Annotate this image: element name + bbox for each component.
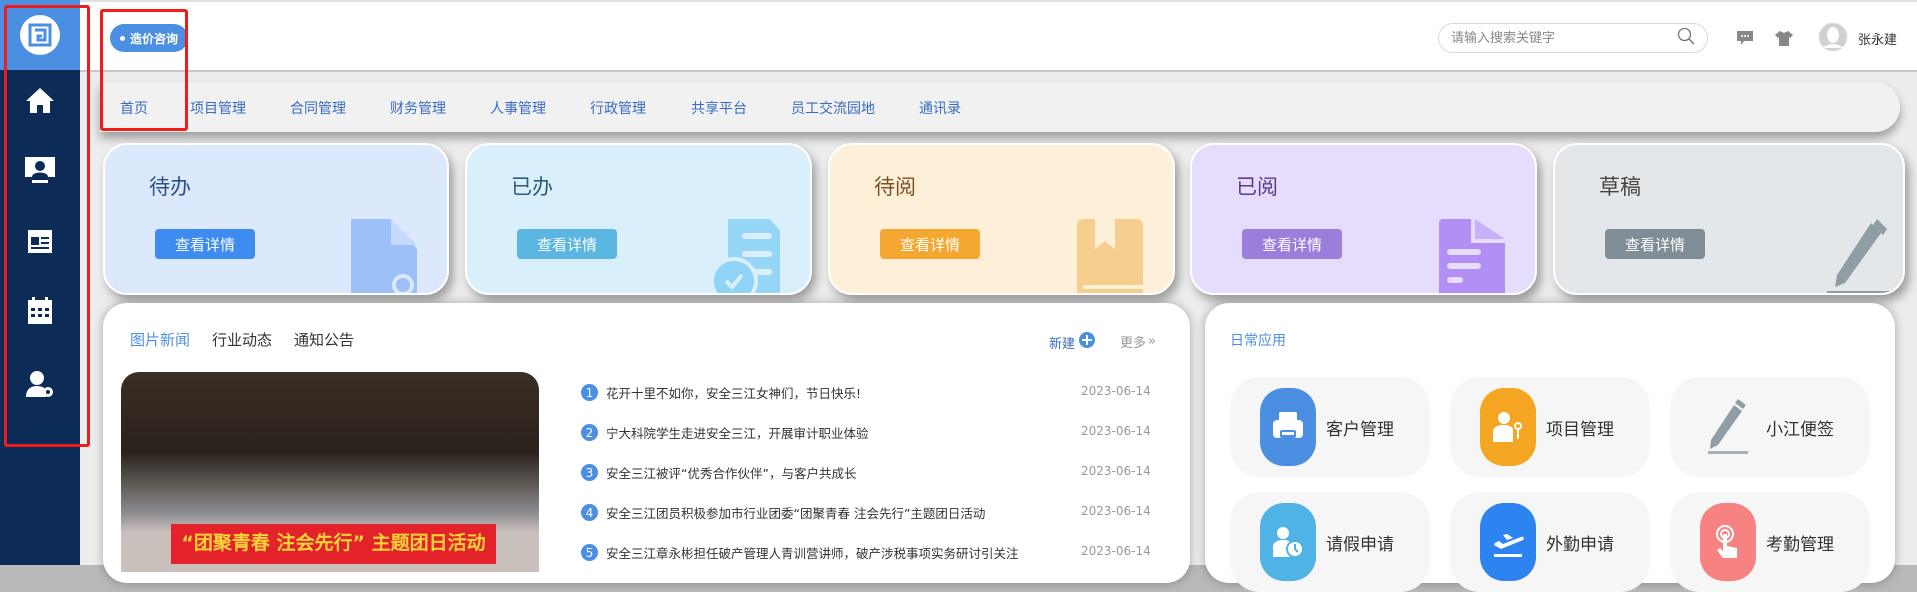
news-date: 2023-06-14	[1081, 464, 1151, 478]
news-photo[interactable]: “团聚青春 注会先行” 主题团日活动	[121, 372, 539, 572]
daily-apps-panel: 日常应用 客户管理 项目管理 小江便签 请假申请 外勤申请 考勤管理	[1205, 303, 1895, 592]
app-label: 考勤管理	[1766, 534, 1834, 555]
card-read: 已阅 查看详情	[1190, 143, 1537, 295]
news-date: 2023-06-14	[1081, 504, 1151, 518]
news-title: 安全三江团员积极参加市行业团委“团聚青春 注会先行”主题团日活动	[606, 506, 986, 521]
presenter-icon	[1480, 388, 1536, 466]
number-badge: 1	[581, 384, 598, 401]
app-project-management[interactable]: 项目管理	[1450, 377, 1650, 477]
user-clock-icon	[1260, 503, 1316, 581]
view-details-button[interactable]: 查看详情	[880, 229, 980, 259]
view-details-button[interactable]: 查看详情	[1605, 229, 1705, 259]
plus-circle-icon	[1079, 332, 1096, 352]
news-date: 2023-06-14	[1081, 424, 1151, 438]
news-date: 2023-06-14	[1081, 384, 1151, 398]
new-label: 新建	[1049, 336, 1076, 352]
search-icon[interactable]	[1677, 27, 1695, 49]
news-title: 宁大科院学生走进安全三江，开展审计职业体验	[606, 426, 869, 441]
card-title: 已阅	[1236, 175, 1278, 199]
document-check-icon	[710, 219, 780, 293]
daily-apps-title: 日常应用	[1230, 333, 1286, 349]
card-title: 已办	[511, 175, 553, 199]
app-label: 客户管理	[1326, 419, 1394, 440]
bookmark-book-icon	[1077, 219, 1143, 293]
nav-staff-forum[interactable]: 员工交流园地	[791, 98, 875, 118]
document-link-icon	[351, 219, 417, 293]
printer-icon	[1260, 388, 1316, 466]
app-logo[interactable]	[0, 0, 80, 70]
avatar[interactable]	[1818, 22, 1848, 56]
document-text-icon	[1439, 219, 1505, 293]
nav-home[interactable]: 首页	[120, 98, 148, 118]
nav-project-management[interactable]: 项目管理	[190, 98, 246, 118]
card-title: 草稿	[1599, 175, 1641, 199]
card-title: 待办	[149, 175, 191, 199]
nav-admin-management[interactable]: 行政管理	[590, 98, 646, 118]
module-badge[interactable]: 造价咨询	[110, 24, 189, 52]
search-box	[1438, 23, 1708, 53]
message-icon[interactable]	[1736, 30, 1754, 50]
news-title: 安全三江章永彬担任破产管理人青训营讲师，破产涉税事项实务研讨引关注	[606, 546, 1019, 561]
tab-picture-news[interactable]: 图片新闻	[130, 329, 190, 350]
top-header: 造价咨询 张永建	[80, 0, 1917, 72]
number-badge: 5	[581, 544, 598, 561]
user-name[interactable]: 张永建	[1858, 29, 1897, 48]
number-badge: 3	[581, 464, 598, 481]
tab-industry-news[interactable]: 行业动态	[212, 329, 272, 350]
new-button[interactable]: 新建	[1049, 332, 1096, 352]
sidebar	[0, 0, 80, 565]
nav-contacts[interactable]: 通讯录	[919, 98, 961, 118]
view-details-button[interactable]: 查看详情	[517, 229, 617, 259]
news-list-item[interactable]: 3 安全三江被评“优秀合作伙伴”，与客户共成长	[581, 463, 1161, 482]
photo-banner: “团聚青春 注会先行” 主题团日活动	[171, 524, 496, 564]
view-details-button[interactable]: 查看详情	[155, 229, 255, 259]
airplane-departure-icon	[1480, 503, 1536, 581]
news-list-item[interactable]: 2 宁大科院学生走进安全三江，开展审计职业体验	[581, 423, 1161, 442]
news-title: 安全三江被评“优秀合作伙伴”，与客户共成长	[606, 466, 857, 481]
main-nav: 首页 项目管理 合同管理 财务管理 人事管理 行政管理 共享平台 员工交流园地 …	[100, 82, 1900, 132]
more-label: 更多	[1120, 336, 1147, 351]
calendar-icon[interactable]	[22, 293, 58, 329]
user-settings-icon[interactable]	[22, 366, 58, 402]
news-date: 2023-06-14	[1081, 544, 1151, 558]
nav-finance-management[interactable]: 财务管理	[390, 98, 446, 118]
app-leave-request[interactable]: 请假申请	[1230, 492, 1430, 592]
touch-finger-icon	[1700, 503, 1756, 581]
app-label: 请假申请	[1326, 534, 1394, 555]
card-todo: 待办 查看详情	[103, 143, 449, 295]
app-customer-management[interactable]: 客户管理	[1230, 377, 1430, 477]
view-details-button[interactable]: 查看详情	[1242, 229, 1342, 259]
number-badge: 4	[581, 504, 598, 521]
number-badge: 2	[581, 424, 598, 441]
app-label: 项目管理	[1546, 419, 1614, 440]
card-done: 已办 查看详情	[465, 143, 812, 295]
more-link[interactable]: 更多»	[1120, 332, 1156, 351]
card-to-read: 待阅 查看详情	[828, 143, 1175, 295]
app-label: 外勤申请	[1546, 534, 1614, 555]
news-list-item[interactable]: 1 花开十里不如你，安全三江女神们，节日快乐!	[581, 383, 1161, 402]
app-label: 小江便签	[1766, 419, 1834, 440]
double-chevron-right-icon: »	[1148, 334, 1156, 349]
card-drafts: 草稿 查看详情	[1553, 143, 1905, 295]
module-badge-label: 造价咨询	[130, 31, 179, 46]
news-panel: 图片新闻 行业动态 通知公告 新建 更多» “团聚青春 注会先行” 主题团日活动…	[103, 303, 1190, 583]
app-field-request[interactable]: 外勤申请	[1450, 492, 1650, 592]
news-icon[interactable]	[22, 223, 58, 259]
home-icon[interactable]	[22, 82, 58, 118]
monitor-user-icon[interactable]	[22, 152, 58, 188]
nav-hr-management[interactable]: 人事管理	[490, 98, 546, 118]
card-title: 待阅	[874, 175, 916, 199]
app-attendance[interactable]: 考勤管理	[1670, 492, 1870, 592]
search-input[interactable]	[1451, 30, 1677, 46]
news-list-item[interactable]: 4 安全三江团员积极参加市行业团委“团聚青春 注会先行”主题团日活动	[581, 503, 1161, 522]
tab-notices[interactable]: 通知公告	[294, 329, 354, 350]
nav-contract-management[interactable]: 合同管理	[290, 98, 346, 118]
pencil-icon	[1700, 388, 1756, 466]
app-notes[interactable]: 小江便签	[1670, 377, 1870, 477]
pencil-icon	[1827, 219, 1893, 293]
nav-shared-platform[interactable]: 共享平台	[691, 98, 747, 118]
news-title: 花开十里不如你，安全三江女神们，节日快乐!	[606, 386, 862, 401]
news-list-item[interactable]: 5 安全三江章永彬担任破产管理人青训营讲师，破产涉税事项实务研讨引关注	[581, 543, 1161, 562]
skin-shirt-icon[interactable]	[1775, 30, 1793, 50]
